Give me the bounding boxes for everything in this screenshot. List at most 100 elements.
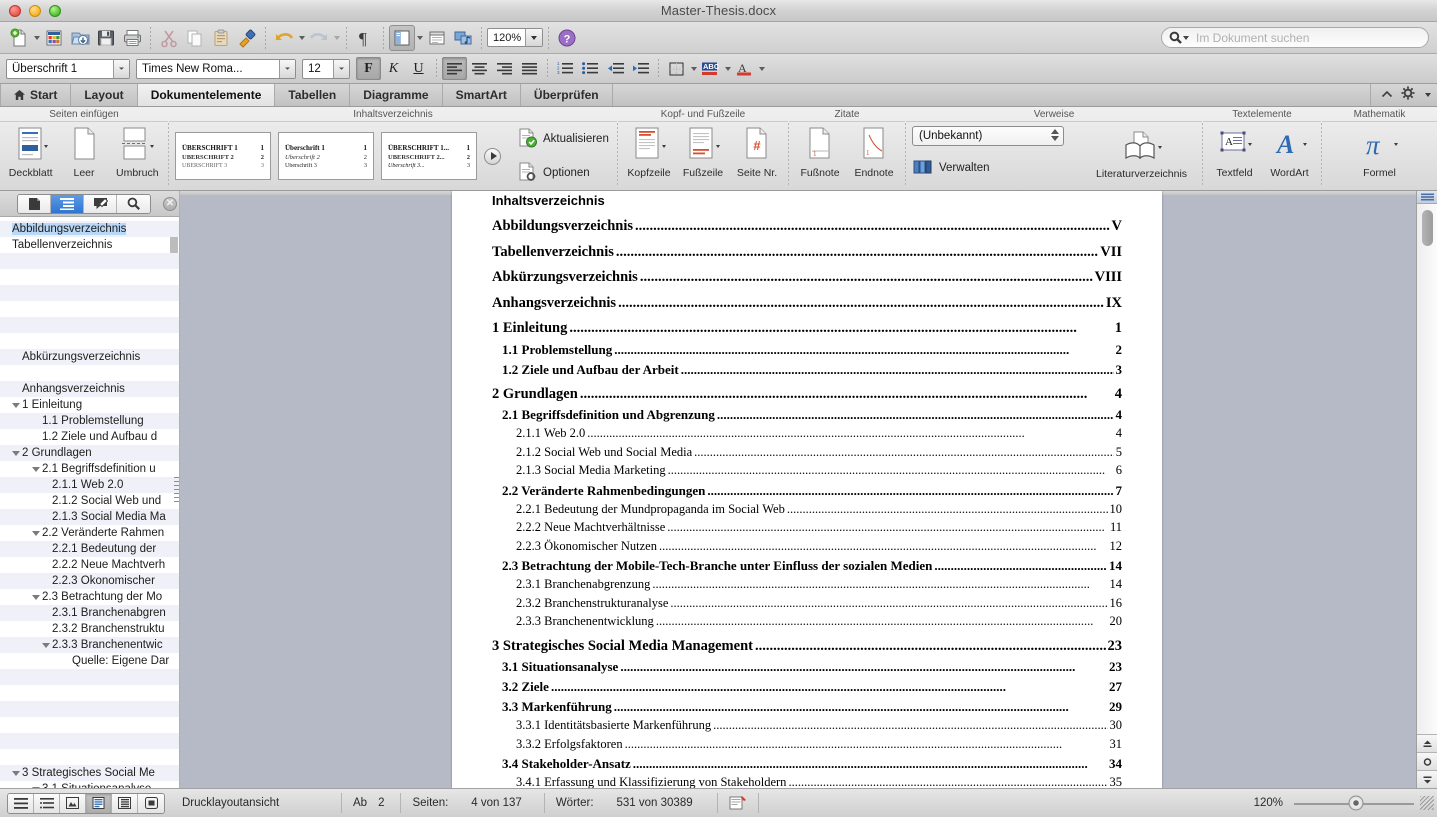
toc-style-1-button[interactable]: ÜBERSCHRIFT 1 1 ÜBERSCHRIFT 2 2 ÜBERSCHRIF… bbox=[175, 132, 271, 180]
notebook-icon[interactable] bbox=[424, 25, 450, 51]
document-map-item[interactable]: 2.2.3 Ökonomischer bbox=[0, 573, 180, 589]
endnote-button[interactable]: 1 Endnote bbox=[849, 125, 899, 179]
document-map-item[interactable]: 2.2.1 Bedeutung der bbox=[0, 541, 180, 557]
toc-entry[interactable]: 2.1.2 Social Web und Social Media.......… bbox=[492, 445, 1122, 459]
toc-entry[interactable]: 2.2.2 Neue Machtverhältnisse............… bbox=[492, 521, 1122, 534]
ribbon-collapse-icon[interactable] bbox=[1381, 86, 1393, 104]
fussnote-button[interactable]: 1 Fußnote bbox=[795, 125, 845, 179]
document-map-item[interactable]: 1 Einleitung bbox=[0, 397, 180, 413]
toc-entry[interactable]: 3.3 Markenführung.......................… bbox=[492, 700, 1122, 713]
toc-entry[interactable]: 3.4.1 Erfassung und Klassifizierung von … bbox=[492, 776, 1122, 788]
document-map-item[interactable]: 1.2 Ziele und Aufbau d bbox=[0, 429, 180, 445]
document-map-item[interactable]: Anhangsverzeichnis bbox=[0, 381, 180, 397]
paste-icon[interactable] bbox=[208, 25, 234, 51]
document-map-item[interactable]: Tabellenverzeichnis bbox=[0, 237, 180, 253]
toc-entry[interactable]: 2.3.3 Branchenentwicklung...............… bbox=[492, 615, 1122, 628]
toc-style-2-button[interactable]: Überschrift 1 1 Überschrift 2 2 Überschrif… bbox=[278, 132, 374, 180]
help-icon[interactable]: ? bbox=[554, 25, 580, 51]
toc-entry[interactable]: Anhangsverzeichnis......................… bbox=[492, 295, 1122, 311]
disclosure-triangle-icon[interactable] bbox=[40, 643, 52, 648]
next-page-button[interactable] bbox=[1417, 770, 1437, 788]
leer-button[interactable]: Leer bbox=[59, 125, 108, 179]
open-document-icon[interactable] bbox=[67, 25, 93, 51]
toc-entry[interactable]: 1.2 Ziele und Aufbau der Arbeit.........… bbox=[492, 363, 1122, 376]
document-map-item[interactable] bbox=[0, 749, 180, 765]
toc-entry[interactable]: 1.1 Problemstellung.....................… bbox=[492, 343, 1122, 356]
disclosure-triangle-icon[interactable] bbox=[10, 403, 22, 408]
toc-entry[interactable]: 3.4 Stakeholder-Ansatz..................… bbox=[492, 757, 1122, 770]
document-canvas[interactable]: Inhaltsverzeichnis Abbildungsverzeichnis… bbox=[180, 191, 1416, 788]
align-left-button[interactable] bbox=[442, 57, 467, 80]
numbered-list-button[interactable]: 123 bbox=[553, 57, 578, 80]
disclosure-triangle-icon[interactable] bbox=[30, 787, 42, 789]
document-map-item[interactable] bbox=[0, 285, 180, 301]
document-map-tab[interactable] bbox=[51, 194, 84, 213]
toc-entry[interactable]: 3 Strategisches Social Media Management.… bbox=[492, 638, 1122, 654]
toc-style-3-button[interactable]: ÜBERSCHRIFT 1... 1 ÜBERSCHRIFT 2... 2 Über… bbox=[381, 132, 477, 180]
document-map-item[interactable] bbox=[0, 365, 180, 381]
font-color-caret-icon[interactable] bbox=[757, 56, 766, 82]
disclosure-triangle-icon[interactable] bbox=[30, 531, 42, 536]
vertical-scroll-thumb[interactable] bbox=[1421, 210, 1433, 246]
document-map-item[interactable]: 1.1 Problemstellung bbox=[0, 413, 180, 429]
toc-entry[interactable]: 3.1 Situationsanalyse...................… bbox=[492, 660, 1122, 673]
document-map-item[interactable]: 2.2.2 Neue Machtverh bbox=[0, 557, 180, 573]
zoom-stepper-icon[interactable] bbox=[525, 29, 542, 46]
zoom-combo[interactable]: 120% bbox=[487, 28, 543, 47]
new-from-template-icon[interactable] bbox=[41, 25, 67, 51]
bold-button[interactable]: F bbox=[356, 57, 381, 80]
tab-layout[interactable]: Layout bbox=[71, 84, 138, 106]
search-scope-caret-icon[interactable] bbox=[1183, 35, 1189, 40]
document-map-item[interactable]: 2.3.2 Branchenstruktu bbox=[0, 621, 180, 637]
document-map-item[interactable]: 2 Grundlagen bbox=[0, 445, 180, 461]
toc-entry[interactable]: 2.1.3 Social Media Marketing............… bbox=[492, 464, 1122, 477]
thumbnails-tab[interactable] bbox=[18, 194, 51, 213]
disclosure-triangle-icon[interactable] bbox=[10, 771, 22, 776]
draft-view-button[interactable] bbox=[8, 793, 34, 813]
sidebar-resize-grip[interactable] bbox=[174, 476, 179, 503]
decrease-indent-button[interactable] bbox=[603, 57, 628, 80]
toc-entry[interactable]: 2.3.1 Branchenabgrenzung................… bbox=[492, 578, 1122, 591]
font-name-caret-icon[interactable] bbox=[279, 59, 295, 78]
focus-view-button[interactable] bbox=[138, 793, 164, 813]
tab-tabellen[interactable]: Tabellen bbox=[275, 84, 351, 106]
document-map-item[interactable]: Quelle: Eigene Dar bbox=[0, 653, 180, 669]
document-vertical-scrollbar[interactable] bbox=[1416, 191, 1437, 788]
document-map-item[interactable] bbox=[0, 269, 180, 285]
deckblatt-button[interactable]: Deckblatt bbox=[6, 125, 55, 179]
sidebar-close-button[interactable]: ✕ bbox=[163, 196, 177, 211]
gear-caret-icon[interactable] bbox=[1425, 93, 1431, 97]
document-map-list[interactable]: Abbildungsverzeichnis Tabellenverzeichnis… bbox=[0, 217, 180, 788]
font-color-button[interactable]: A bbox=[732, 57, 757, 80]
document-map-item[interactable]: Abbildungsverzeichnis bbox=[0, 221, 180, 237]
redo-icon[interactable] bbox=[306, 25, 332, 51]
tab-smartart[interactable]: SmartArt bbox=[443, 84, 521, 106]
verwalten-button[interactable]: Verwalten bbox=[912, 156, 1064, 179]
window-resize-grip[interactable] bbox=[1420, 796, 1434, 810]
gear-icon[interactable] bbox=[1401, 86, 1415, 105]
toc-entry[interactable]: 2.2.3 Ökonomischer Nutzen...............… bbox=[492, 539, 1122, 553]
toc-entry[interactable]: 2.1 Begriffsdefinition und Abgrenzung...… bbox=[492, 408, 1122, 421]
toc-entry[interactable]: 3.3.2 Erfolgsfaktoren...................… bbox=[492, 737, 1122, 751]
document-search-box[interactable] bbox=[1161, 27, 1429, 48]
align-justify-button[interactable] bbox=[517, 57, 542, 80]
undo-icon[interactable] bbox=[271, 25, 297, 51]
toc-entry[interactable]: 2.3 Betrachtung der Mobile-Tech-Branche … bbox=[492, 559, 1122, 572]
document-map-item[interactable]: 2.1.3 Social Media Ma bbox=[0, 509, 180, 525]
document-map-item[interactable] bbox=[0, 253, 180, 269]
font-size-combo[interactable]: 12 bbox=[302, 58, 350, 79]
track-changes-button[interactable] bbox=[718, 789, 758, 817]
document-map-item[interactable]: 2.2 Veränderte Rahmen bbox=[0, 525, 180, 541]
document-map-item[interactable]: Abkürzungsverzeichnis bbox=[0, 349, 180, 365]
document-map-item[interactable]: 2.1.1 Web 2.0 bbox=[0, 477, 180, 493]
toc-entry[interactable]: 2.1.1 Web 2.0...........................… bbox=[492, 427, 1122, 440]
document-map-item[interactable] bbox=[0, 333, 180, 349]
disclosure-triangle-icon[interactable] bbox=[10, 451, 22, 456]
copy-icon[interactable] bbox=[182, 25, 208, 51]
toc-entry[interactable]: 2.2 Veränderte Rahmenbedingungen........… bbox=[492, 484, 1122, 497]
document-map-item[interactable]: 3.1 Situationsanalyse bbox=[0, 781, 180, 788]
new-document-icon[interactable] bbox=[6, 25, 32, 51]
media-browser-icon[interactable] bbox=[450, 25, 476, 51]
tab-start[interactable]: Start bbox=[0, 84, 72, 106]
toc-entry[interactable]: 2 Grundlagen............................… bbox=[492, 386, 1122, 402]
